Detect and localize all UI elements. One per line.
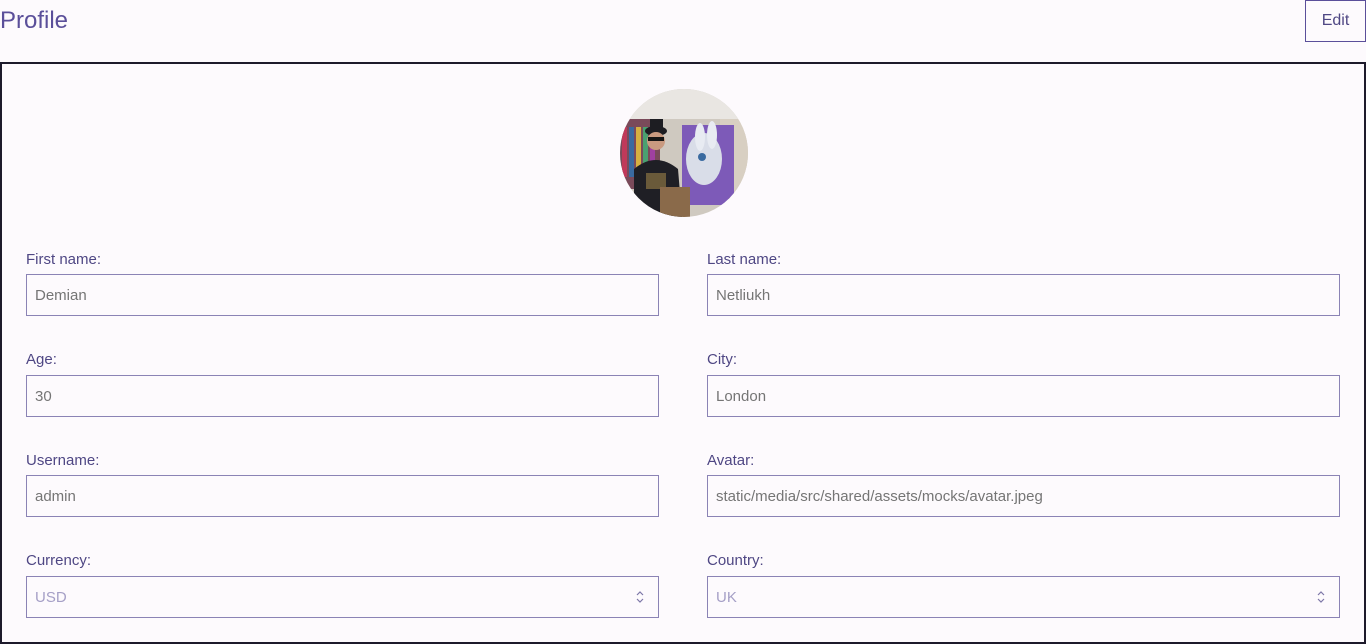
city-label: City: [707, 351, 737, 368]
first-name-field[interactable] [26, 274, 659, 316]
chevron-up-down-icon [636, 591, 644, 603]
city-field[interactable] [707, 375, 1340, 417]
avatar-photo-icon [620, 89, 748, 217]
last-name-label: Last name: [707, 251, 782, 268]
edit-button[interactable]: Edit [1305, 0, 1366, 42]
page-header: Profile Edit [0, 0, 1366, 62]
last-name-field[interactable] [707, 274, 1340, 316]
age-label: Age: [26, 351, 57, 368]
avatar-label: Avatar: [707, 452, 755, 469]
country-select[interactable]: UK [707, 576, 1340, 618]
username-field[interactable] [26, 475, 659, 517]
profile-card: First name: Last name: Age: City: Userna… [0, 62, 1366, 644]
chevron-up-down-icon [1317, 591, 1325, 603]
currency-label: Currency: [26, 552, 92, 569]
country-select-value: UK [716, 588, 737, 606]
username-label: Username: [26, 452, 100, 469]
currency-select-value: USD [35, 588, 67, 606]
avatar-url-field[interactable] [707, 475, 1340, 517]
page-title: Profile [0, 7, 69, 34]
currency-select[interactable]: USD [26, 576, 659, 618]
age-field[interactable] [26, 375, 659, 417]
first-name-label: First name: [26, 251, 102, 268]
avatar-image [620, 89, 748, 217]
country-label: Country: [707, 552, 764, 569]
